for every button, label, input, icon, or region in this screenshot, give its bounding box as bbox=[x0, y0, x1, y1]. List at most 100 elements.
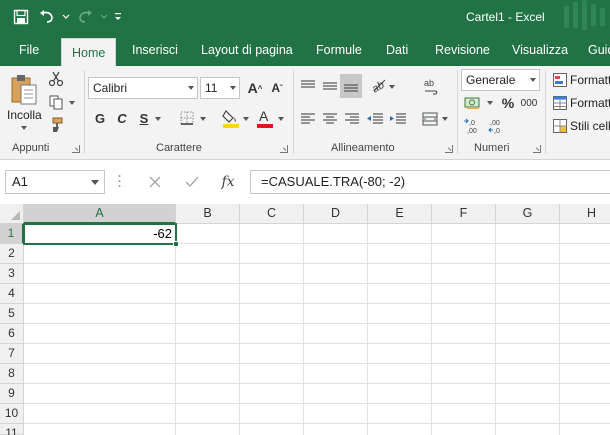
formula-input[interactable]: =CASUALE.TRA(-80; -2) bbox=[250, 170, 610, 194]
decrease-decimal-icon[interactable]: ,00,0 bbox=[487, 115, 509, 137]
number-launcher-icon[interactable] bbox=[533, 145, 541, 153]
orientation-icon[interactable]: ab bbox=[368, 74, 390, 96]
select-all-button[interactable] bbox=[0, 204, 24, 224]
row-header-5[interactable]: 5 bbox=[0, 304, 24, 324]
column-header-a[interactable]: A bbox=[24, 204, 176, 224]
merge-dropdown-icon[interactable] bbox=[442, 117, 448, 121]
copy-dropdown-icon[interactable] bbox=[69, 101, 75, 105]
row-header-1[interactable]: 1 bbox=[0, 224, 24, 244]
font-size-dropdown[interactable]: 11 bbox=[200, 77, 240, 99]
conditional-formatting-button[interactable]: Formatt bbox=[570, 73, 610, 87]
worksheet-grid[interactable]: A B C D E F G H 1 2 3 4 5 6 7 8 9 10 11 … bbox=[0, 204, 610, 435]
align-right-icon[interactable] bbox=[343, 109, 361, 129]
tab-review[interactable]: Revisione bbox=[425, 34, 500, 66]
column-header-d[interactable]: D bbox=[304, 204, 368, 224]
column-header-c[interactable]: C bbox=[240, 204, 304, 224]
row-header-10[interactable]: 10 bbox=[0, 404, 24, 424]
wrap-text-icon[interactable]: ab bbox=[421, 76, 441, 98]
number-format-value: Generale bbox=[466, 73, 516, 87]
row-header-11[interactable]: 11 bbox=[0, 424, 24, 435]
orientation-dropdown-icon[interactable] bbox=[389, 85, 395, 89]
percent-style-button[interactable]: % bbox=[500, 93, 516, 113]
format-painter-icon[interactable] bbox=[46, 116, 66, 134]
tab-formulas[interactable]: Formule bbox=[306, 34, 372, 66]
formula-bar: A1 fx =CASUALE.TRA(-80; -2) bbox=[0, 160, 610, 204]
paste-icon[interactable] bbox=[8, 72, 40, 108]
redo-icon[interactable] bbox=[74, 6, 96, 28]
increase-font-icon[interactable]: A ^ bbox=[246, 78, 264, 98]
gridline bbox=[24, 363, 610, 364]
paste-dropdown-icon[interactable] bbox=[21, 126, 27, 130]
borders-dropdown-icon[interactable] bbox=[200, 117, 206, 121]
cell-a1[interactable]: -62 bbox=[23, 223, 177, 245]
undo-icon[interactable] bbox=[36, 6, 58, 28]
cell-styles-button[interactable]: Stili cell bbox=[570, 119, 610, 133]
confirm-entry-icon[interactable] bbox=[182, 172, 202, 192]
tab-page-layout[interactable]: Layout di pagina bbox=[191, 34, 303, 66]
redo-dropdown-icon[interactable] bbox=[100, 6, 108, 28]
cancel-entry-icon[interactable] bbox=[145, 172, 165, 192]
font-name-dropdown[interactable]: Calibri bbox=[88, 77, 198, 99]
save-icon[interactable] bbox=[10, 6, 32, 28]
accounting-dropdown-icon[interactable] bbox=[487, 101, 493, 105]
format-as-table-icon[interactable] bbox=[552, 95, 568, 111]
align-bottom-icon[interactable] bbox=[340, 74, 362, 98]
column-header-h[interactable]: H bbox=[560, 204, 610, 224]
paste-button[interactable]: Incolla bbox=[7, 108, 42, 122]
increase-decimal-icon[interactable]: ,0,00 bbox=[462, 115, 484, 137]
format-as-table-button[interactable]: Formatt bbox=[570, 96, 610, 110]
fill-handle[interactable] bbox=[173, 241, 179, 247]
row-header-3[interactable]: 3 bbox=[0, 264, 24, 284]
column-header-g[interactable]: G bbox=[496, 204, 560, 224]
alignment-launcher-icon[interactable] bbox=[445, 145, 453, 153]
cut-icon[interactable] bbox=[46, 70, 66, 88]
tab-data[interactable]: Dati bbox=[376, 34, 418, 66]
customize-toolbar-icon[interactable] bbox=[112, 6, 124, 28]
align-middle-icon[interactable] bbox=[321, 76, 339, 96]
undo-dropdown-icon[interactable] bbox=[62, 6, 70, 28]
decrease-indent-icon[interactable] bbox=[366, 109, 384, 129]
decrease-font-icon[interactable]: Aˇ bbox=[268, 78, 286, 98]
font-color-dropdown-icon[interactable] bbox=[278, 117, 284, 121]
comma-style-button[interactable]: 000 bbox=[519, 94, 539, 112]
name-box[interactable]: A1 bbox=[5, 170, 105, 194]
increase-indent-icon[interactable] bbox=[389, 109, 407, 129]
clipboard-launcher-icon[interactable] bbox=[72, 145, 80, 153]
tab-help[interactable]: Guid bbox=[578, 34, 610, 66]
insert-function-button[interactable]: fx bbox=[218, 172, 238, 192]
tab-insert[interactable]: Inserisci bbox=[122, 34, 188, 66]
italic-button[interactable]: C bbox=[114, 108, 130, 128]
fill-color-icon[interactable] bbox=[220, 106, 242, 130]
align-left-icon[interactable] bbox=[299, 109, 317, 129]
fill-color-dropdown-icon[interactable] bbox=[243, 117, 249, 121]
column-header-f[interactable]: F bbox=[432, 204, 496, 224]
clipboard-group-label: Appunti bbox=[12, 142, 50, 154]
underline-button[interactable]: S bbox=[136, 108, 152, 128]
row-header-4[interactable]: 4 bbox=[0, 284, 24, 304]
tab-home[interactable]: Home bbox=[61, 38, 117, 66]
tab-view[interactable]: Visualizza bbox=[502, 34, 578, 66]
column-header-b[interactable]: B bbox=[176, 204, 240, 224]
copy-icon[interactable] bbox=[46, 93, 66, 111]
merge-center-icon[interactable] bbox=[420, 109, 440, 129]
accounting-format-icon[interactable] bbox=[462, 94, 484, 112]
formula-bar-grip-icon[interactable] bbox=[118, 174, 121, 188]
cell-styles-icon[interactable] bbox=[552, 118, 568, 134]
row-header-2[interactable]: 2 bbox=[0, 244, 24, 264]
font-launcher-icon[interactable] bbox=[280, 145, 288, 153]
font-color-icon[interactable]: A bbox=[254, 106, 276, 130]
row-header-9[interactable]: 9 bbox=[0, 384, 24, 404]
row-header-6[interactable]: 6 bbox=[0, 324, 24, 344]
bold-button[interactable]: G bbox=[92, 108, 108, 128]
borders-icon[interactable] bbox=[178, 109, 196, 127]
underline-dropdown-icon[interactable] bbox=[155, 117, 161, 121]
align-center-icon[interactable] bbox=[321, 109, 339, 129]
align-top-icon[interactable] bbox=[299, 76, 317, 96]
tab-file[interactable]: File bbox=[9, 34, 49, 66]
number-format-dropdown[interactable]: Generale bbox=[461, 69, 540, 91]
row-header-7[interactable]: 7 bbox=[0, 344, 24, 364]
name-box-dropdown-icon[interactable] bbox=[91, 180, 99, 185]
column-header-e[interactable]: E bbox=[368, 204, 432, 224]
conditional-formatting-icon[interactable] bbox=[552, 72, 568, 88]
row-header-8[interactable]: 8 bbox=[0, 364, 24, 384]
